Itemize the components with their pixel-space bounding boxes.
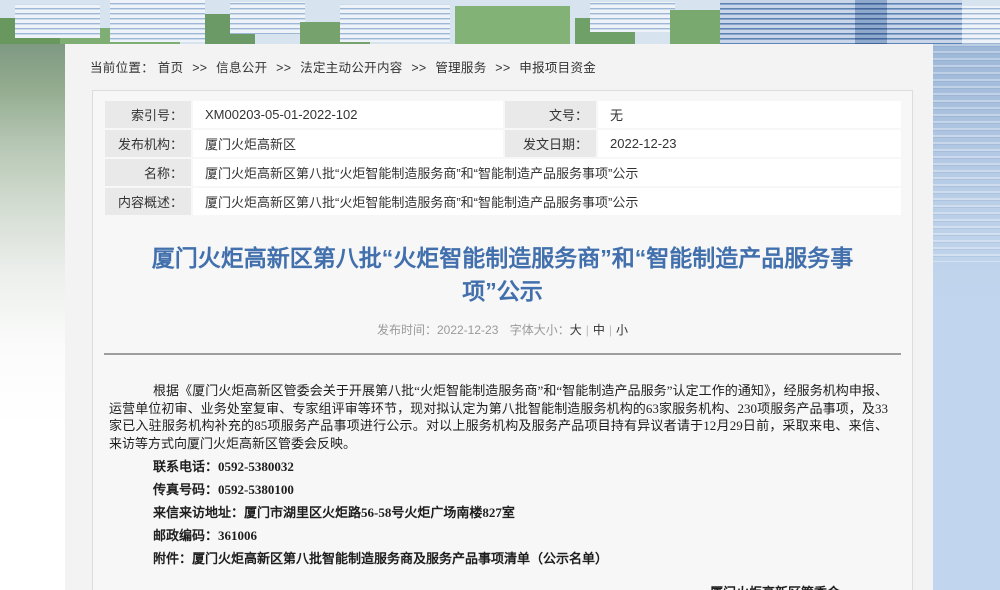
- contact-phone-label: 联系电话：: [153, 459, 218, 474]
- right-photo-strip: [933, 44, 1000, 590]
- postal-code-label: 邮政编码：: [153, 528, 218, 543]
- contact-address-label: 来信来访地址：: [153, 505, 244, 520]
- attachment-label: 附件：: [153, 551, 192, 566]
- summary-label: 内容概述：: [105, 188, 191, 215]
- publisher-value: 厦门火炬高新区: [193, 130, 503, 157]
- breadcrumb-item-management-services[interactable]: 管理服务: [435, 61, 486, 75]
- contact-fax-value: 0592-5380100: [218, 482, 294, 497]
- left-photo-strip: [0, 44, 65, 590]
- contact-address-value: 厦门市湖里区火炬路56-58号火炬广场南楼827室: [244, 505, 515, 520]
- table-row: 内容概述： 厦门火炬高新区第八批“火炬智能制造服务商”和“智能制造产品服务事项”…: [105, 188, 901, 215]
- pub-date-value: 2022-12-23: [598, 130, 901, 157]
- table-row: 索引号： XM00203-05-01-2022-102 文号： 无: [105, 101, 901, 128]
- table-row: 名称： 厦门火炬高新区第八批“火炬智能制造服务商”和“智能制造产品服务事项”公示: [105, 159, 901, 186]
- postal-code-line: 邮政编码：361006: [109, 527, 888, 544]
- signature-organization: 厦门火炬高新区管委会: [109, 582, 888, 590]
- table-row: 发布机构： 厦门火炬高新区 发文日期： 2022-12-23: [105, 130, 901, 157]
- content-panel: 当前位置： 首页 >> 信息公开 >> 法定主动公开内容 >> 管理服务 >> …: [65, 44, 933, 590]
- banner-skyline-graphic: [0, 0, 1000, 44]
- doc-name-value: 厦门火炬高新区第八批“火炬智能制造服务商”和“智能制造产品服务事项”公示: [193, 159, 901, 186]
- breadcrumb-separator: >>: [411, 61, 426, 75]
- doc-number-value: 无: [598, 101, 901, 128]
- breadcrumb: 当前位置： 首页 >> 信息公开 >> 法定主动公开内容 >> 管理服务 >> …: [65, 44, 933, 76]
- contact-address-line: 来信来访地址：厦门市湖里区火炬路56-58号火炬广场南楼827室: [109, 504, 888, 521]
- publisher-label: 发布机构：: [105, 130, 191, 157]
- doc-number-label: 文号：: [505, 101, 596, 128]
- document-card: 索引号： XM00203-05-01-2022-102 文号： 无 发布机构： …: [92, 90, 913, 590]
- breadcrumb-separator: >>: [192, 61, 207, 75]
- font-size-large-button[interactable]: 大: [570, 323, 582, 337]
- breadcrumb-item-statutory-content[interactable]: 法定主动公开内容: [300, 61, 402, 75]
- contact-fax-label: 传真号码：: [153, 482, 218, 497]
- font-size-medium-button[interactable]: 中: [593, 323, 605, 337]
- breadcrumb-item-info-disclosure[interactable]: 信息公开: [216, 61, 267, 75]
- contact-phone-value: 0592-5380032: [218, 459, 294, 474]
- summary-value: 厦门火炬高新区第八批“火炬智能制造服务商”和“智能制造产品服务事项”公示: [193, 188, 901, 215]
- font-size-label: 字体大小：: [510, 323, 570, 337]
- breadcrumb-item-project-funds[interactable]: 申报项目资金: [519, 61, 596, 75]
- index-number-label: 索引号：: [105, 101, 191, 128]
- document-meta-table: 索引号： XM00203-05-01-2022-102 文号： 无 发布机构： …: [103, 99, 903, 217]
- attachment-link[interactable]: 厦门火炬高新区第八批智能制造服务商及服务产品事项清单（公示名单）: [192, 551, 608, 566]
- doc-name-label: 名称：: [105, 159, 191, 186]
- breadcrumb-label: 当前位置：: [90, 61, 154, 75]
- breadcrumb-item-home[interactable]: 首页: [158, 61, 184, 75]
- font-size-separator: |: [586, 323, 589, 337]
- index-number-value: XM00203-05-01-2022-102: [193, 101, 503, 128]
- font-size-separator: |: [609, 323, 612, 337]
- attachment-line: 附件：厦门火炬高新区第八批智能制造服务商及服务产品事项清单（公示名单）: [109, 550, 888, 567]
- publish-time-label: 发布时间：: [377, 323, 437, 337]
- publish-time-value: 2022-12-23: [437, 323, 498, 337]
- page: 当前位置： 首页 >> 信息公开 >> 法定主动公开内容 >> 管理服务 >> …: [0, 0, 1000, 590]
- article-body: 根据《厦门火炬高新区管委会关于开展第八批“火炬智能制造服务商”和“智能制造产品服…: [103, 382, 902, 590]
- article-meta-line: 发布时间：2022-12-23 字体大小：大 | 中 | 小: [103, 321, 902, 338]
- title-divider: [104, 353, 901, 355]
- breadcrumb-separator: >>: [495, 61, 510, 75]
- contact-fax-line: 传真号码：0592-5380100: [109, 481, 888, 498]
- contact-phone-line: 联系电话：0592-5380032: [109, 458, 888, 475]
- banner-photo: [0, 0, 1000, 44]
- font-size-small-button[interactable]: 小: [616, 323, 628, 337]
- pub-date-label: 发文日期：: [505, 130, 596, 157]
- postal-code-value: 361006: [218, 528, 257, 543]
- announcement-paragraph: 根据《厦门火炬高新区管委会关于开展第八批“火炬智能制造服务商”和“智能制造产品服…: [109, 382, 888, 452]
- breadcrumb-separator: >>: [276, 61, 291, 75]
- page-title: 厦门火炬高新区第八批“火炬智能制造服务商”和“智能制造产品服务事项”公示: [125, 242, 880, 308]
